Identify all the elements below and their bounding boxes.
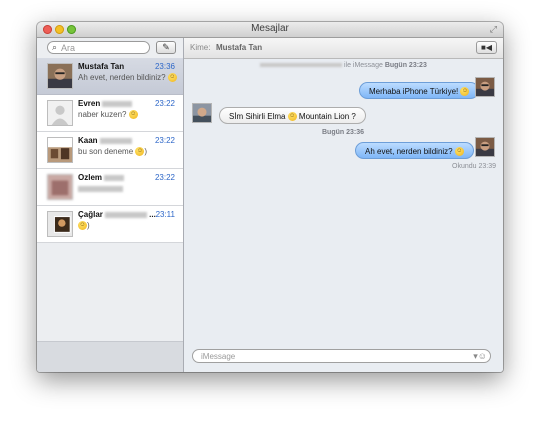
timestamp-2: Bugün 23:36	[322, 129, 365, 136]
timestamp-1: ile iMessage Bugün 23:23	[260, 62, 427, 69]
conversation-time: 23:11	[155, 210, 175, 219]
avatar	[475, 77, 495, 97]
conversation-item-mustafa[interactable]: Mustafa Tan 23:36 Ah evet, nerden bildin…	[37, 58, 183, 95]
sidebar-footer	[37, 341, 183, 372]
message-out-1: Merhaba iPhone Türkiye! ☺	[359, 82, 480, 99]
conversation-sidebar: ⌕ Ara ✎ Mustafa Tan 23:36 Ah evet, nerde…	[37, 38, 184, 372]
conversation-item-caglar[interactable]: Çağlar ... 23:11 ☺)	[37, 206, 183, 243]
smiley-icon: ☺	[287, 112, 297, 122]
conversation-name: Evren	[78, 99, 133, 108]
conversation-time: 23:22	[154, 173, 175, 182]
search-field[interactable]: ⌕ Ara	[47, 41, 150, 54]
chat-pane: Kime: Mustafa Tan ■◀ ile iMessage Bugün …	[184, 38, 503, 372]
chat-header: Kime: Mustafa Tan ■◀	[184, 38, 503, 59]
conversation-snippet: bu son deneme ☺)	[78, 147, 148, 157]
avatar	[47, 63, 73, 89]
conversation-item-kaan[interactable]: Kaan 23:22 bu son deneme ☺)	[37, 132, 183, 169]
video-call-button[interactable]: ■◀	[476, 41, 497, 54]
avatar	[47, 174, 73, 200]
to-label: Kime:	[190, 43, 211, 52]
messages-window: Mesajlar ⤢ ⌕ Ara ✎ Mustafa Tan 23:36 Ah …	[37, 22, 503, 372]
conversation-time: 23:22	[154, 99, 175, 108]
avatar	[192, 103, 212, 123]
conversation-time: 23:22	[154, 136, 175, 145]
avatar	[475, 137, 495, 157]
avatar	[47, 137, 73, 163]
emoji-picker-icon[interactable]: ▾☺	[473, 351, 487, 362]
read-receipt: Okundu 23:39	[452, 163, 497, 170]
smiley-icon: ☺	[167, 73, 177, 83]
message-placeholder: iMessage	[201, 352, 236, 361]
smiley-icon: ☺	[460, 87, 470, 97]
conversation-name: Ozlem	[78, 173, 125, 182]
conversation-snippet: naber kuzen? ☺	[78, 110, 138, 120]
conversation-time: 23:36	[154, 62, 175, 71]
conversation-snippet: Ah evet, nerden bildiniz? ☺	[78, 73, 177, 83]
conversation-list: Mustafa Tan 23:36 Ah evet, nerden bildin…	[37, 58, 183, 243]
message-in-1: Sİm Sihirli Elma ☺ Mountain Lion ?	[219, 107, 366, 124]
smiley-icon: ☺	[128, 110, 138, 120]
smiley-icon: ☺	[135, 147, 145, 157]
window-title: Mesajlar	[251, 23, 289, 34]
conversation-item-ozlem[interactable]: Ozlem 23:22	[37, 169, 183, 206]
smiley-icon: ☺	[78, 221, 87, 231]
conversation-snippet	[78, 184, 123, 193]
conversation-name: Çağlar ...	[78, 210, 156, 219]
video-camera-icon: ■◀	[481, 43, 492, 52]
message-out-2: Ah evet, nerden bildiniz? ☺	[355, 142, 474, 159]
conversation-snippet: ☺)	[78, 221, 90, 231]
conversation-name: Kaan	[78, 136, 132, 145]
search-placeholder: Ara	[61, 43, 76, 53]
default-avatar-icon	[47, 100, 73, 126]
conversation-name: Mustafa Tan	[78, 62, 125, 71]
message-input[interactable]: iMessage ▾☺	[192, 349, 491, 363]
smiley-icon: ☺	[454, 147, 464, 157]
recipient-name[interactable]: Mustafa Tan	[216, 43, 262, 52]
conversation-item-evren[interactable]: Evren 23:22 naber kuzen? ☺	[37, 95, 183, 132]
search-icon: ⌕	[52, 42, 58, 52]
group-avatar	[47, 211, 73, 237]
title-bar: Mesajlar ⤢	[37, 22, 503, 38]
fullscreen-icon[interactable]: ⤢	[490, 24, 497, 35]
compose-button[interactable]: ✎	[156, 41, 176, 54]
